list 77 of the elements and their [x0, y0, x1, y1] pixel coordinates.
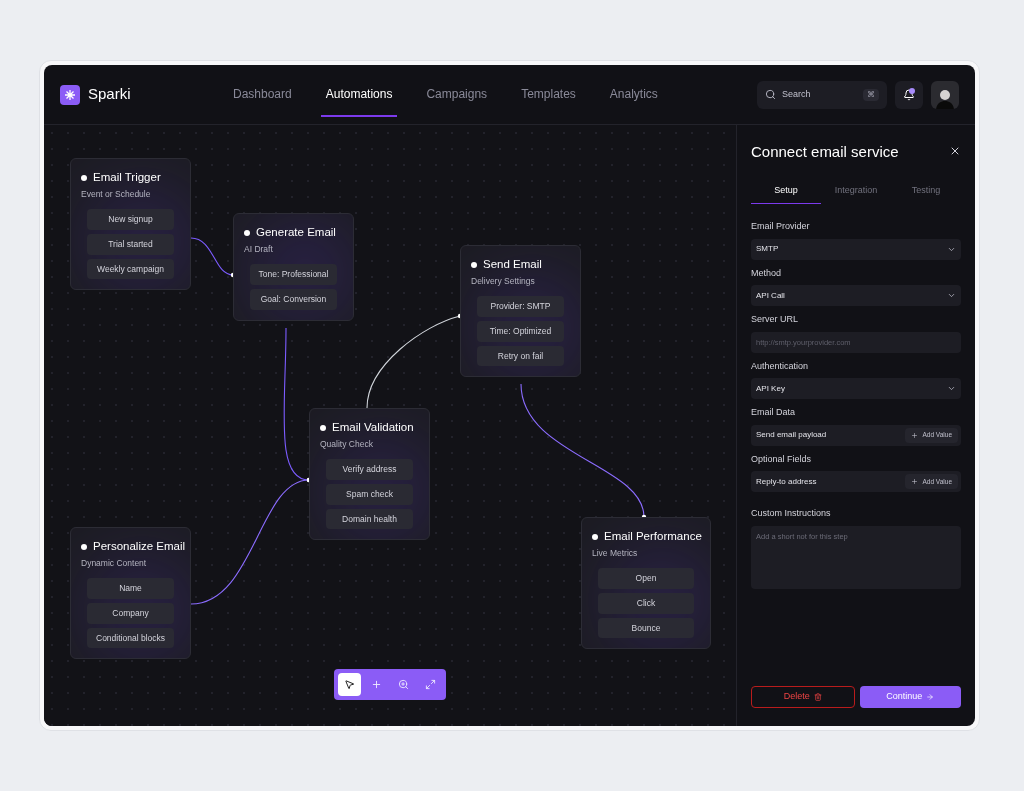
panel-tab[interactable]: Integration: [821, 183, 891, 204]
node-subtitle: AI Draft: [244, 243, 274, 256]
node-option[interactable]: New signup: [87, 209, 174, 230]
node-option[interactable]: Click: [598, 592, 694, 614]
search-bar[interactable]: Search ⌘: [757, 80, 887, 109]
node-subtitle: Quality Check: [320, 438, 374, 451]
node-title: Email Validation: [332, 420, 414, 435]
tool-button[interactable]: [338, 673, 361, 696]
node-option[interactable]: Weekly campaign: [87, 258, 174, 280]
expand-icon: [425, 679, 436, 690]
node-subtitle: Dynamic Content: [81, 557, 148, 570]
avatar[interactable]: [931, 80, 959, 109]
node-title: Personalize Email: [93, 539, 186, 554]
node-title: Email Trigger: [93, 170, 161, 185]
node-card[interactable]: Email Validation Quality Check Verify address Spam check Domain health: [309, 408, 430, 541]
node-option[interactable]: Provider: SMTP: [477, 296, 564, 317]
node-option[interactable]: Goal: Conversion: [250, 288, 337, 310]
node-title: Send Email: [483, 257, 542, 272]
node-title: Email Performance: [604, 529, 702, 544]
plus-icon: [371, 679, 382, 690]
plus-icon: [911, 478, 919, 485]
notification-button[interactable]: [895, 80, 923, 109]
pointer-icon: [344, 679, 355, 690]
node-subtitle: Delivery Settings: [471, 275, 536, 288]
brand-name: Sparki: [88, 84, 131, 105]
trash-icon: [813, 693, 822, 701]
node-option[interactable]: Spam check: [326, 483, 413, 505]
node-option[interactable]: Trial started: [87, 233, 174, 255]
shortcut-key: ⌘: [863, 88, 879, 101]
continue-button[interactable]: Continue: [859, 686, 961, 708]
node-title: Generate Email: [256, 225, 336, 240]
field-label: Email Provider: [751, 220, 811, 233]
nav-tab[interactable]: Dashboard: [228, 72, 297, 117]
node-card[interactable]: Generate Email AI Draft Tone: Professional Goal: Conversion: [233, 213, 354, 321]
nav-tab[interactable]: Campaigns: [421, 72, 493, 117]
node-option[interactable]: Time: Optimized: [477, 320, 564, 342]
node-card[interactable]: Send Email Delivery Settings Provider: SMTP Time: Optimized Retry on fail: [460, 245, 581, 378]
nav-tab[interactable]: Automations: [320, 72, 398, 117]
field-label: Authentication: [751, 359, 810, 373]
panel-title: Connect email service: [751, 142, 899, 162]
node-option[interactable]: Open: [598, 568, 694, 589]
chevron-icon: [947, 384, 956, 393]
field-label: Email Data: [751, 406, 796, 419]
bell-icon: [903, 88, 915, 101]
panel-tab[interactable]: Setup: [751, 183, 821, 204]
field-label: Optional Fields: [751, 452, 813, 466]
panel-tab[interactable]: Testing: [891, 183, 961, 204]
node-subtitle: Live Metrics: [592, 547, 639, 560]
node-subtitle: Event or Schedule: [81, 188, 152, 201]
select-field[interactable]: SMTP: [751, 238, 961, 260]
search-icon: [765, 89, 776, 100]
node-option[interactable]: Retry on fail: [477, 345, 564, 367]
zoom-in-icon: [398, 679, 409, 690]
node-option[interactable]: Bounce: [598, 617, 694, 639]
search-field[interactable]: Search: [782, 87, 857, 102]
field-label: Custom Instructions: [751, 507, 832, 520]
close-icon[interactable]: [949, 145, 961, 157]
field-label: Server URL: [751, 313, 799, 326]
chevron-icon: [947, 291, 956, 300]
node-card[interactable]: Personalize Email Dynamic Content Name Company Conditional blocks: [70, 527, 191, 660]
plus-icon: [911, 431, 919, 439]
node-option[interactable]: Company: [87, 602, 174, 624]
node-option[interactable]: Name: [87, 578, 174, 599]
node-option[interactable]: Conditional blocks: [87, 627, 174, 649]
node-card[interactable]: Email Trigger Event or Schedule New signup Trial started Weekly campaign: [70, 158, 191, 291]
logo-icon: [60, 84, 80, 105]
arrow-right-icon: [926, 693, 935, 701]
delete-button[interactable]: Delete: [751, 686, 855, 708]
node-card[interactable]: Email Performance Live Metrics Open Click Bounce: [581, 517, 711, 650]
select-field[interactable]: API Key: [751, 378, 961, 399]
select-field[interactable]: API Call: [751, 285, 961, 306]
node-option[interactable]: Tone: Professional: [250, 264, 337, 285]
field-label: Method: [751, 266, 783, 280]
node-option[interactable]: Verify address: [326, 459, 413, 480]
nav-tab[interactable]: Templates: [516, 72, 581, 117]
node-option[interactable]: Domain health: [326, 508, 413, 530]
nav-tab[interactable]: Analytics: [604, 72, 663, 117]
